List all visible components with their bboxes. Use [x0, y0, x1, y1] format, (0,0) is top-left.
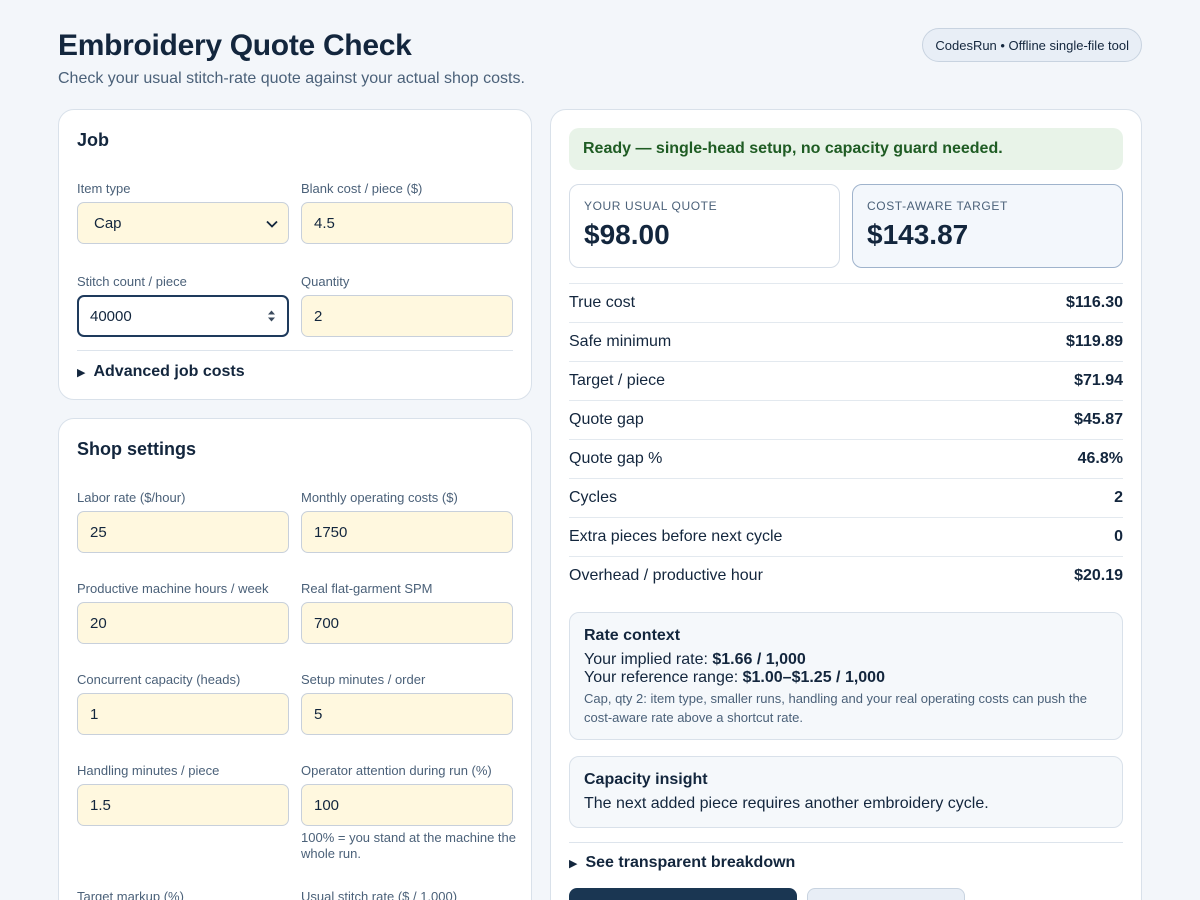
- handling-minutes-input[interactable]: 1.5: [77, 784, 289, 826]
- operator-attention-input[interactable]: 100: [301, 784, 513, 826]
- divider: [77, 350, 513, 351]
- result-value: $116.30: [1066, 294, 1123, 311]
- capacity-insight-text: The next added piece requires another em…: [584, 795, 989, 812]
- page-header: Embroidery Quote Check Check your usual …: [58, 28, 1142, 98]
- stepper-icon[interactable]: [267, 309, 276, 323]
- usual-quote-card: YOUR USUAL QUOTE $98.00: [569, 184, 840, 268]
- stitch-count-label: Stitch count / piece: [77, 274, 187, 289]
- labor-rate-input[interactable]: 25: [77, 511, 289, 553]
- result-value: $45.87: [1074, 411, 1123, 428]
- usual-quote-value: $98.00: [584, 219, 670, 250]
- result-value: 0: [1114, 528, 1123, 545]
- secondary-action-button[interactable]: [807, 888, 965, 900]
- operator-attention-label: Operator attention during run (%): [301, 763, 492, 778]
- implied-rate-value: $1.66 / 1,000: [712, 651, 806, 668]
- operator-attention-help: 100% = you stand at the machine the whol…: [301, 830, 517, 861]
- quantity-label: Quantity: [301, 274, 350, 289]
- result-row: Target / piece $71.94: [569, 361, 1123, 400]
- job-card: Job Item type Cap Blank cost / piece ($)…: [58, 109, 532, 400]
- setup-minutes-input[interactable]: 5: [301, 693, 513, 735]
- cost-aware-target-card: COST-AWARE TARGET $143.87: [852, 184, 1123, 268]
- quantity-input[interactable]: 2: [301, 295, 513, 337]
- result-row: Overhead / productive hour $20.19: [569, 556, 1123, 595]
- tool-badge: CodesRun • Offline single-file tool: [922, 28, 1142, 62]
- reference-range-label: Your reference range:: [584, 669, 743, 686]
- target-markup-label: Target markup (%): [77, 889, 184, 900]
- cost-aware-target-label: COST-AWARE TARGET: [867, 199, 1008, 213]
- page-subtitle: Check your usual stitch-rate quote again…: [58, 70, 525, 87]
- shop-settings-card: Shop settings Labor rate ($/hour) 25 Mon…: [58, 418, 532, 900]
- capacity-insight-box: Capacity insight The next added piece re…: [569, 756, 1123, 828]
- monthly-costs-label: Monthly operating costs ($): [301, 490, 458, 505]
- status-banner: Ready — single-head setup, no capacity g…: [569, 128, 1123, 170]
- machine-hours-input[interactable]: 20: [77, 602, 289, 644]
- divider: [569, 842, 1123, 843]
- implied-rate-label: Your implied rate:: [584, 651, 713, 668]
- capacity-insight-heading: Capacity insight: [584, 771, 708, 788]
- usual-stitch-rate-label: Usual stitch rate ($ / 1,000): [301, 889, 458, 900]
- result-label: Quote gap: [569, 411, 644, 428]
- rate-context-note: Cap, qty 2: item type, smaller runs, han…: [584, 691, 1087, 725]
- labor-rate-label: Labor rate ($/hour): [77, 490, 186, 505]
- breakdown-toggle[interactable]: ▶ See transparent breakdown: [569, 854, 795, 872]
- blank-cost-input[interactable]: 4.5: [301, 202, 513, 244]
- result-value: $71.94: [1074, 372, 1123, 389]
- item-type-value: Cap: [94, 214, 122, 232]
- result-label: Extra pieces before next cycle: [569, 528, 783, 545]
- result-row: Quote gap % 46.8%: [569, 439, 1123, 478]
- result-row: Extra pieces before next cycle 0: [569, 517, 1123, 556]
- primary-action-button[interactable]: [569, 888, 797, 900]
- result-row: True cost $116.30: [569, 283, 1123, 322]
- stitch-count-value: 40000: [90, 307, 132, 325]
- result-row: Cycles 2: [569, 478, 1123, 517]
- triangle-right-icon: ▶: [77, 366, 86, 379]
- reference-range-line: Your reference range: $1.00–$1.25 / 1,00…: [584, 669, 1108, 687]
- result-row: Quote gap $45.87: [569, 400, 1123, 439]
- result-label: Overhead / productive hour: [569, 567, 763, 584]
- item-type-select[interactable]: Cap: [77, 202, 289, 244]
- stitch-count-input[interactable]: 40000: [77, 295, 289, 337]
- spm-label: Real flat-garment SPM: [301, 581, 433, 596]
- advanced-job-costs-toggle[interactable]: ▶ Advanced job costs: [77, 363, 245, 381]
- result-value: 2: [1114, 489, 1123, 506]
- setup-minutes-label: Setup minutes / order: [301, 672, 426, 687]
- result-label: Safe minimum: [569, 333, 672, 350]
- result-row: Safe minimum $119.89: [569, 322, 1123, 361]
- capacity-label: Concurrent capacity (heads): [77, 672, 241, 687]
- implied-rate-line: Your implied rate: $1.66 / 1,000: [584, 651, 1108, 669]
- blank-cost-label: Blank cost / piece ($): [301, 181, 423, 196]
- shop-settings-heading: Shop settings: [77, 439, 197, 459]
- reference-range-value: $1.00–$1.25 / 1,000: [742, 669, 885, 686]
- machine-hours-label: Productive machine hours / week: [77, 581, 269, 596]
- job-heading: Job: [77, 130, 110, 150]
- result-label: Cycles: [569, 489, 618, 506]
- breakdown-label: See transparent breakdown: [585, 854, 796, 871]
- advanced-job-costs-label: Advanced job costs: [93, 363, 245, 380]
- handling-minutes-label: Handling minutes / piece: [77, 763, 220, 778]
- result-label: Target / piece: [569, 372, 666, 389]
- result-value: $20.19: [1074, 567, 1123, 584]
- rate-context-box: Rate context Your implied rate: $1.66 / …: [569, 612, 1123, 740]
- result-value: 46.8%: [1077, 450, 1123, 467]
- results-card: Ready — single-head setup, no capacity g…: [550, 109, 1142, 900]
- capacity-input[interactable]: 1: [77, 693, 289, 735]
- monthly-costs-input[interactable]: 1750: [301, 511, 513, 553]
- spm-input[interactable]: 700: [301, 602, 513, 644]
- result-label: True cost: [569, 294, 636, 311]
- cost-aware-target-value: $143.87: [867, 219, 969, 250]
- usual-quote-label: YOUR USUAL QUOTE: [584, 199, 718, 213]
- triangle-right-icon: ▶: [569, 857, 578, 870]
- item-type-label: Item type: [77, 181, 131, 196]
- result-value: $119.89: [1066, 333, 1123, 350]
- chevron-down-icon: [266, 215, 278, 232]
- result-label: Quote gap %: [569, 450, 663, 467]
- rate-context-heading: Rate context: [584, 627, 681, 644]
